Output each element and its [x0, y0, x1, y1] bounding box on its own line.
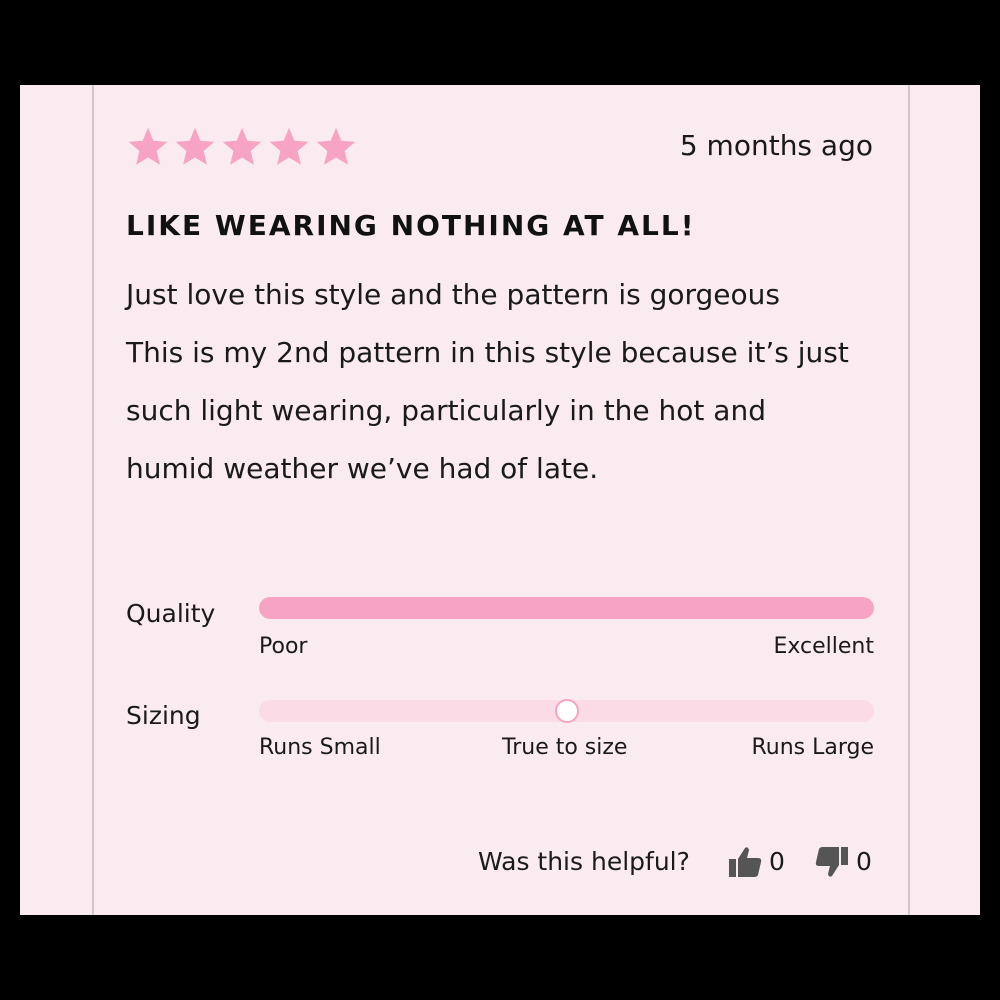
sizing-bar — [259, 699, 874, 723]
quality-label: Quality — [126, 599, 216, 628]
sizing-max-label: Runs Large — [751, 735, 874, 760]
helpful-question: Was this helpful? — [478, 847, 690, 876]
sizing-marker — [554, 699, 579, 723]
star-icon — [269, 127, 309, 165]
thumbs-down-icon — [814, 844, 850, 880]
star-icon — [128, 127, 168, 165]
review-body-line: such light wearing, particularly in the … — [126, 394, 766, 427]
star-icon — [316, 127, 356, 165]
helpful-no-button[interactable]: 0 — [814, 842, 872, 882]
review-body-line: This is my 2nd pattern in this style bec… — [126, 336, 849, 369]
letterbox-bottom — [0, 915, 1000, 1000]
review-body-line: Just love this style and the pattern is … — [126, 278, 780, 311]
quality-min-label: Poor — [259, 634, 308, 659]
quality-bar — [259, 597, 874, 619]
quality-max-label: Excellent — [773, 634, 875, 659]
sizing-label: Sizing — [126, 701, 201, 730]
sizing-mid-label: True to size — [502, 735, 628, 760]
star-icon — [222, 127, 262, 165]
review-body: Just love this style and the pattern is … — [126, 266, 886, 498]
star-icon — [175, 127, 215, 165]
quality-bar-fill — [259, 597, 874, 619]
sizing-min-label: Runs Small — [259, 735, 381, 760]
screen: 5 months ago LIKE WEARING NOTHING AT ALL… — [0, 0, 1000, 1000]
thumbs-up-icon — [727, 844, 763, 880]
review-title: LIKE WEARING NOTHING AT ALL! — [126, 209, 696, 242]
review-date: 5 months ago — [679, 129, 873, 162]
review-body-line: humid weather we’ve had of late. — [126, 452, 599, 485]
helpful-no-count: 0 — [856, 847, 872, 876]
star-rating — [126, 124, 358, 172]
helpful-yes-count: 0 — [769, 847, 785, 876]
helpful-yes-button[interactable]: 0 — [727, 842, 785, 882]
